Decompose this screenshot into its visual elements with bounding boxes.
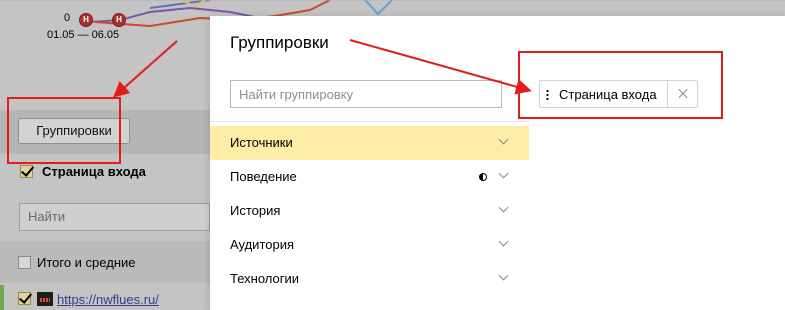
grouping-categories-menu: Источники Поведение История Аудитория Те… (210, 126, 529, 296)
totals-label: Итого и средние (37, 255, 136, 270)
chart-marker: Н (79, 13, 93, 27)
menu-item-sources[interactable]: Источники (210, 126, 529, 160)
menu-item-audience[interactable]: Аудитория (210, 228, 529, 262)
menu-item-label: Технологии (230, 271, 300, 286)
entry-page-label: Страница входа (42, 164, 146, 179)
menu-item-history[interactable]: История (210, 194, 529, 228)
menu-divider (210, 121, 529, 122)
groupings-button[interactable]: Группировки (18, 118, 130, 144)
modal-title: Группировки (230, 33, 329, 52)
menu-item-technologies[interactable]: Технологии (210, 262, 529, 296)
chevron-down-icon (498, 134, 509, 145)
background-search-input[interactable]: Найти (19, 203, 210, 231)
chevron-down-icon (498, 236, 509, 247)
totals-checkbox[interactable] (18, 256, 31, 269)
close-icon[interactable] (666, 81, 697, 107)
chip-body[interactable]: Страница входа (540, 81, 667, 107)
chevron-down-icon (498, 168, 509, 179)
row-color-bar (0, 285, 4, 310)
grouping-search-input[interactable] (230, 80, 502, 108)
favicon-icon (37, 292, 53, 306)
site-checkbox[interactable] (18, 292, 31, 305)
site-link[interactable]: https://nwflues.ru/ (57, 292, 159, 307)
chevron-down-icon (498, 202, 509, 213)
menu-item-behavior[interactable]: Поведение (210, 160, 529, 194)
selected-grouping-chip[interactable]: Страница входа (539, 80, 698, 108)
chevron-down-icon (498, 270, 509, 281)
half-circle-icon (479, 173, 487, 181)
menu-item-label: Аудитория (230, 237, 295, 252)
chart-zero-label: 0 (64, 12, 71, 24)
checkbox-icon[interactable] (20, 165, 33, 178)
chart-date-range: 01.05 — 06.05 (47, 29, 120, 41)
groupings-modal: Группировки Источники Поведение История … (210, 16, 785, 310)
drag-handle-icon[interactable] (546, 88, 549, 100)
chart-marker: Н (112, 13, 126, 27)
menu-item-label: История (230, 203, 281, 218)
menu-item-label: Поведение (230, 169, 297, 184)
menu-item-label: Источники (230, 135, 293, 150)
chip-label: Страница входа (559, 86, 657, 102)
